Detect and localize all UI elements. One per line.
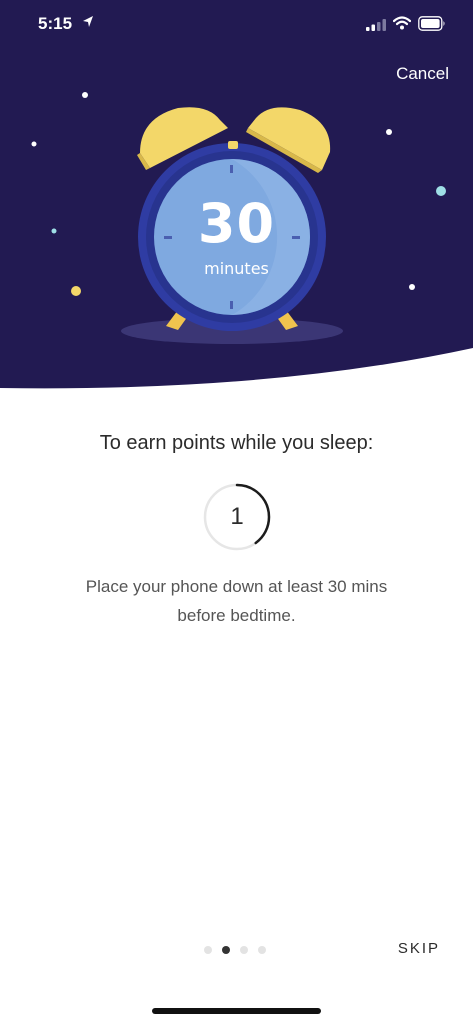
page-indicator — [204, 946, 274, 956]
status-bar: 5:15 — [0, 0, 473, 50]
step-description-line: Place your phone down at least 30 mins — [85, 577, 388, 596]
battery-icon — [418, 16, 445, 31]
star — [409, 284, 415, 290]
page-dot — [222, 946, 230, 954]
step-number: 1 — [230, 503, 244, 530]
page-dot — [204, 946, 212, 954]
page-dot — [258, 946, 266, 954]
location-arrow-icon — [83, 16, 93, 27]
star — [71, 286, 81, 296]
step-description: Place your phone down at least 30 mins b… — [40, 572, 433, 630]
star — [82, 92, 88, 98]
instructions-heading: To earn points while you sleep: — [99, 432, 374, 454]
status-time: 5:15 — [38, 14, 73, 33]
wifi-icon — [393, 16, 411, 30]
cancel-button[interactable]: Cancel — [396, 64, 449, 84]
clock-minutes-unit: minutes — [204, 259, 269, 278]
star — [386, 129, 392, 135]
page-dot — [240, 946, 248, 954]
signal-icon — [366, 19, 386, 31]
step-description-line: before bedtime. — [177, 606, 296, 625]
clock-knob — [228, 141, 238, 149]
clock-tick — [230, 301, 233, 309]
star — [31, 141, 37, 147]
clock-tick — [230, 165, 233, 173]
skip-button[interactable]: SKIP — [398, 940, 440, 957]
clock-minutes-value: 30 — [197, 192, 276, 255]
home-indicator[interactable] — [152, 1008, 321, 1014]
